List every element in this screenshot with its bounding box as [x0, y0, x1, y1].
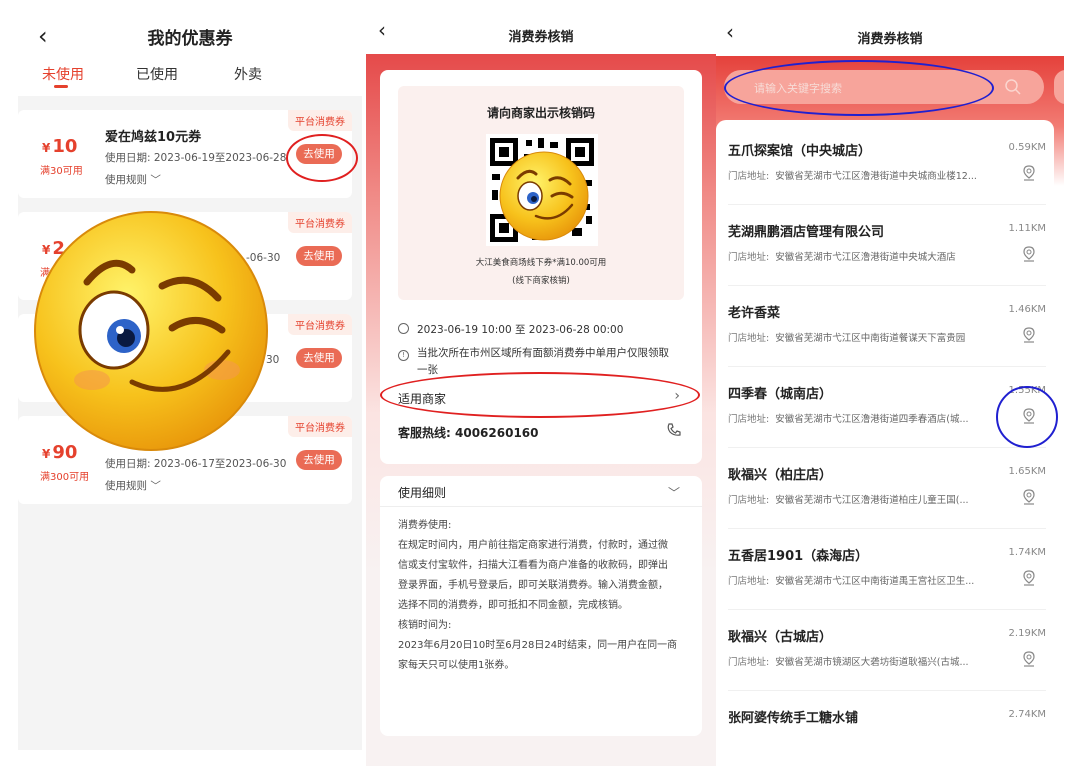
valid-time-row: 2023-06-19 10:00 至 2023-06-28 00:00 [398, 322, 623, 337]
tab-used[interactable]: 已使用 [136, 64, 178, 84]
coupon-date: 使用日期: 2023-06-19至2023-06-28 [105, 152, 287, 164]
notice-row: ! 当批次所在市州区域所有面额消费券中单用户仅限领取 [398, 345, 669, 361]
store-address: 门店地址: 安徽省芜湖市弋江区澛港街道四季春酒店(城... [728, 414, 969, 425]
use-coupon-button[interactable]: 去使用 [296, 450, 342, 470]
valid-time: 2023-06-19 10:00 至 2023-06-28 00:00 [417, 324, 624, 336]
annotation-circle [724, 60, 994, 116]
annotation-circle [996, 386, 1058, 448]
list-item[interactable]: 五爪探案馆（中央城店） 0.59KM 门店地址: 安徽省芜湖市弋江区澛港街道中央… [728, 124, 1046, 205]
store-address: 门店地址: 安徽省芜湖市弋江区澛港街道柏庄儿童王国(... [728, 495, 969, 506]
coupon-tag: 平台消费券 [288, 314, 352, 335]
store-name: 老许香菜 [728, 306, 781, 321]
store-address: 门店地址: 安徽省芜湖市弋江区澛港街道中央城商业楼12... [728, 171, 977, 182]
usage-rules-title[interactable]: 使用细则 [398, 484, 446, 501]
location-icon[interactable] [1022, 246, 1036, 262]
tab-unused[interactable]: 未使用 [42, 64, 84, 84]
location-icon[interactable] [1022, 651, 1036, 667]
voucher-redeem-screen: ‹ 消费券核销 请向商家出示核销码 大江美食商场线下券*满10.00可用 (线下… [366, 0, 716, 766]
qr-note: 大江美食商场线下券*满10.00可用 [475, 258, 607, 268]
store-name: 五爪探案馆（中央城店） [728, 144, 872, 159]
divider [380, 506, 702, 507]
list-item[interactable]: 张阿婆传统手工糖水铺 2.74KM [728, 691, 1046, 766]
notice-text: 当批次所在市州区域所有面额消费券中单用户仅限领取 [417, 347, 669, 359]
header: ‹ 我的优惠券 [18, 0, 362, 62]
coupon-amount: ¥10 [42, 136, 78, 157]
usage-rules-card: 使用细则 ﹀ 消费券使用: 在规定时间内，用户前往指定商家进行消费，付款时，通过… [380, 476, 702, 736]
page-title: 消费券核销 [857, 32, 923, 47]
store-name: 耿福兴（柏庄店） [728, 468, 833, 483]
store-list: 五爪探案馆（中央城店） 0.59KM 门店地址: 安徽省芜湖市弋江区澛港街道中央… [716, 120, 1054, 766]
qr-note-sub: (线下商家核销) [512, 276, 570, 286]
phone-icon[interactable] [666, 422, 682, 438]
location-icon[interactable] [1022, 489, 1036, 505]
list-item[interactable]: 耿福兴（古城店） 2.19KM 门店地址: 安徽省芜湖市镜湖区大砻坊街道耿福兴(… [728, 610, 1046, 691]
store-address: 门店地址: 安徽省芜湖市镜湖区大砻坊街道耿福兴(古城... [728, 657, 969, 668]
store-distance: 1.46KM [1008, 304, 1046, 315]
store-distance: 2.74KM [1008, 709, 1046, 720]
annotation-circle [286, 134, 358, 182]
store-address: 门店地址: 安徽省芜湖市弋江区澛港街道中央城大酒店 [728, 252, 956, 263]
usage-rules-text: 消费券使用: 在规定时间内，用户前往指定商家进行消费，付款时，通过微 信或支付宝… [398, 520, 678, 671]
chevron-down-icon[interactable]: ﹀ [668, 484, 680, 501]
wink-emoji-icon [34, 211, 268, 451]
coupon-date: 使用日期: 2023-06-17至2023-06-30 [105, 458, 287, 470]
store-address: 门店地址: 安徽省芜湖市弋江区中南街道禹王宫社区卫生... [728, 576, 975, 587]
annotation-circle [380, 372, 700, 418]
coupon-rules-link[interactable]: 使用规则 ﹀ [105, 172, 161, 187]
store-address: 门店地址: 安徽省芜湖市弋江区中南街道餐谋天下富贵园 [728, 333, 966, 344]
info-icon: ! [398, 350, 409, 361]
coupon-rules-link[interactable]: 使用规则 ﹀ [105, 478, 161, 493]
store-distance: 0.59KM [1008, 142, 1046, 153]
store-name: 五香居1901（森海店） [728, 549, 869, 564]
store-distance: 1.74KM [1008, 547, 1046, 558]
coupon-tag: 平台消费券 [288, 110, 352, 131]
list-item[interactable]: 五香居1901（森海店） 1.74KM 门店地址: 安徽省芜湖市弋江区中南街道禹… [728, 529, 1046, 610]
notice-text-cont: 一张 [417, 364, 438, 376]
use-coupon-button[interactable]: 去使用 [296, 246, 342, 266]
page-title: 我的优惠券 [147, 29, 233, 49]
store-name: 耿福兴（古城店） [728, 630, 833, 645]
coupon-name: 爱在鸠兹10元券 [105, 130, 202, 145]
store-distance: 1.11KM [1008, 223, 1046, 234]
coupon-min-spend: 满30可用 [40, 166, 83, 177]
location-icon[interactable] [1022, 165, 1036, 181]
merchant-list-screen: ‹ 消费券核销 请输入关键字搜索 五爪探案馆（中央城店） 0.59KM 门店地址… [716, 0, 1064, 766]
use-coupon-button[interactable]: 去使用 [296, 348, 342, 368]
store-name: 张阿婆传统手工糖水铺 [728, 711, 859, 726]
coupon-tag: 平台消费券 [288, 212, 352, 233]
list-item[interactable]: 芜湖鼎鹏酒店管理有限公司 1.11KM 门店地址: 安徽省芜湖市弋江区澛港街道中… [728, 205, 1046, 286]
coupon-list-screen: ‹ 我的优惠券 未使用 已使用 外卖 ¥10 满30可用 爱在鸠兹10元券 使用… [18, 0, 362, 766]
qr-section: 请向商家出示核销码 大江美食商场线下券*满10.00可用 (线下商家核销) [398, 86, 684, 300]
store-distance: 2.19KM [1008, 628, 1046, 639]
tab-takeout[interactable]: 外卖 [234, 64, 262, 84]
store-distance: 1.65KM [1008, 466, 1046, 477]
coupon-tag: 平台消费券 [288, 416, 352, 437]
qr-title: 请向商家出示核销码 [486, 106, 595, 120]
list-item[interactable]: 耿福兴（柏庄店） 1.65KM 门店地址: 安徽省芜湖市弋江区澛港街道柏庄儿童王… [728, 448, 1046, 529]
hotline: 客服热线: 4006260160 [398, 426, 539, 440]
location-icon[interactable] [1022, 570, 1036, 586]
tab-indicator [54, 85, 68, 88]
store-name: 四季春（城南店） [728, 387, 833, 402]
page-title: 消费券核销 [508, 30, 574, 45]
clock-icon [398, 323, 409, 334]
side-tab [1054, 70, 1064, 104]
search-icon[interactable] [1004, 78, 1022, 96]
wink-emoji-icon [499, 151, 589, 241]
location-icon[interactable] [1022, 327, 1036, 343]
store-name: 芜湖鼎鹏酒店管理有限公司 [728, 225, 885, 240]
coupon-min-spend: 满300可用 [40, 472, 90, 483]
list-item[interactable]: 老许香菜 1.46KM 门店地址: 安徽省芜湖市弋江区中南街道餐谋天下富贵园 [728, 286, 1046, 367]
